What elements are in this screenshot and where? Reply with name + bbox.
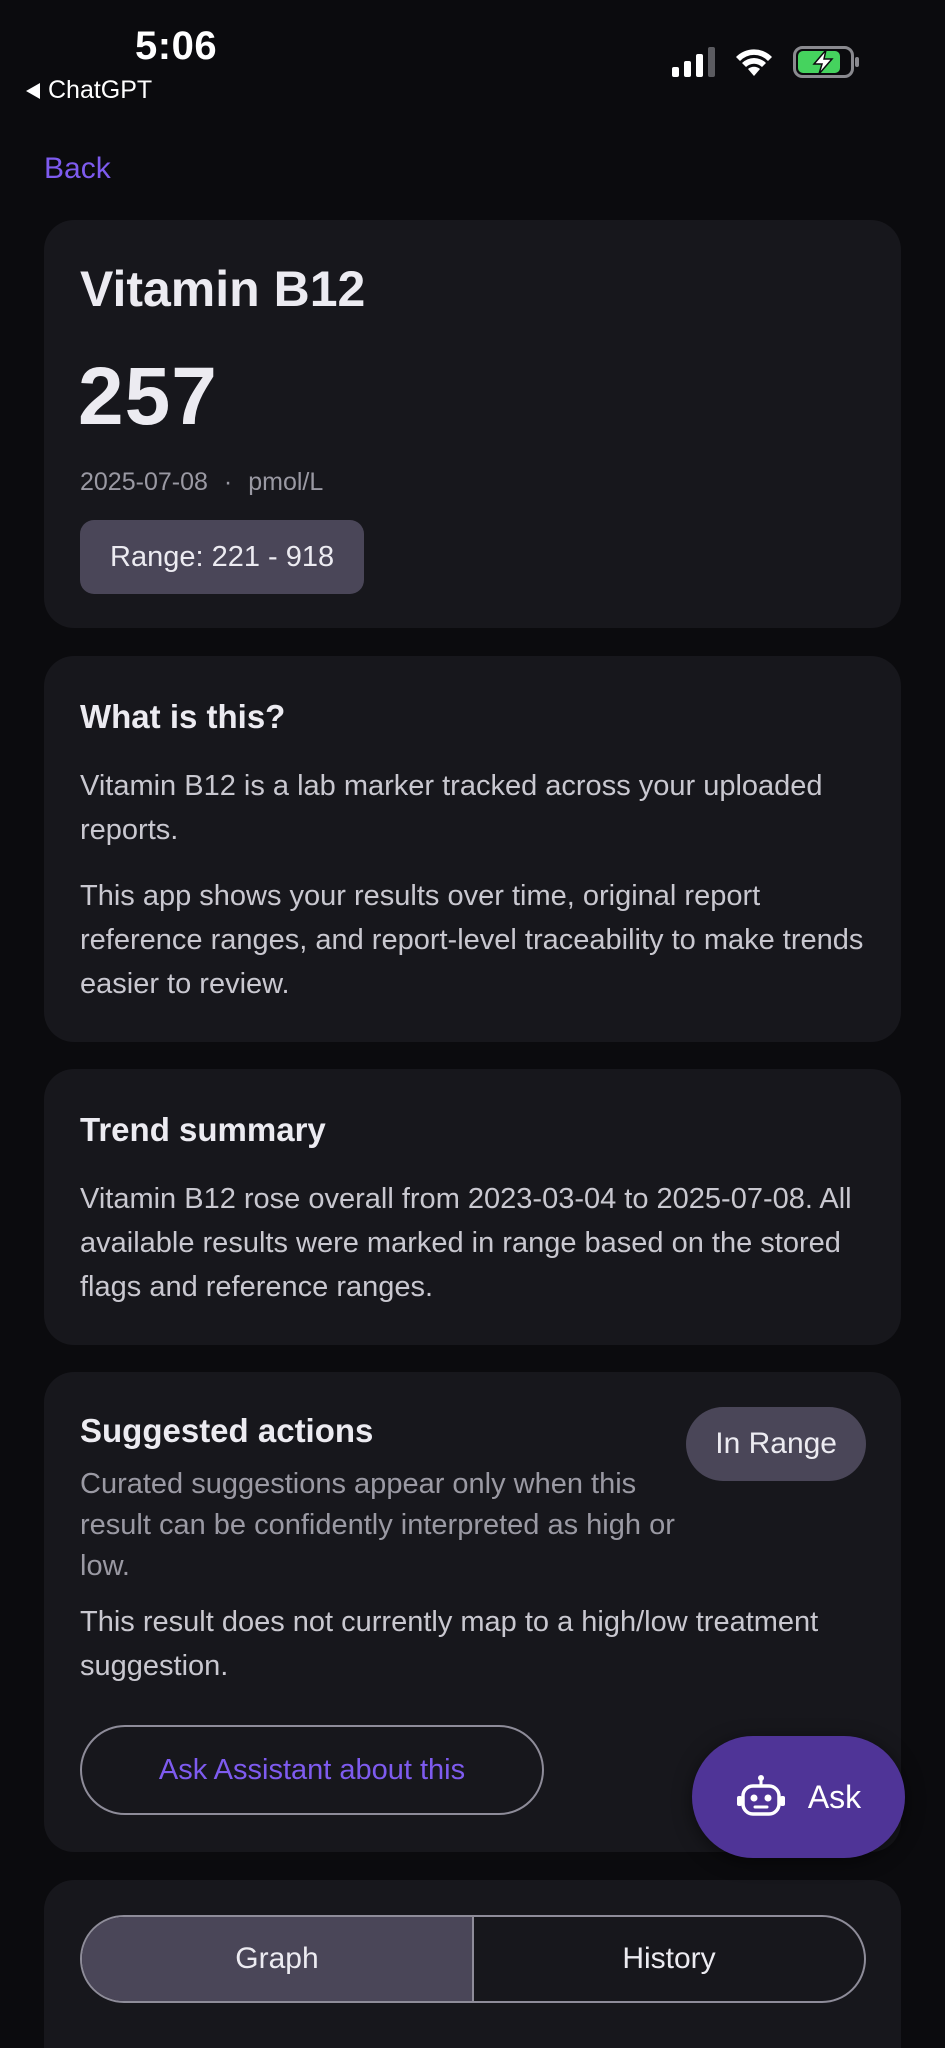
about-paragraph-2: This app shows your results over time, o… <box>80 880 864 1000</box>
status-badge: In Range <box>686 1407 866 1481</box>
marker-card: Vitamin B12 257 2025-07-08 · pmol/L Rang… <box>44 220 901 628</box>
actions-title: Suggested actions <box>80 1412 374 1449</box>
actions-text: This result does not currently map to a … <box>80 1606 819 1682</box>
robot-icon <box>736 1775 785 1816</box>
status-time: 5:06 <box>135 24 218 68</box>
marker-meta: 2025-07-08 · pmol/L <box>80 468 323 497</box>
tab-history[interactable]: History <box>474 1917 864 2001</box>
back-to-app-button[interactable]: ChatGPT <box>26 76 152 105</box>
trend-summary-card: Trend summary Vitamin B12 rose overall f… <box>44 1069 901 1345</box>
result-unit: pmol/L <box>248 468 324 496</box>
cellular-signal-icon <box>672 47 715 77</box>
actions-subtitle: Curated suggestions appear only when thi… <box>80 1468 675 1582</box>
battery-charging-icon <box>793 46 859 78</box>
view-segmented-control: Graph History <box>80 1915 866 2003</box>
about-card: What is this? Vitamin B12 is a lab marke… <box>44 656 901 1042</box>
about-paragraph-1: Vitamin B12 is a lab marker tracked acro… <box>80 770 823 846</box>
marker-value: 257 <box>78 351 218 442</box>
result-date: 2025-07-08 <box>80 468 208 496</box>
back-link[interactable]: Back <box>44 152 111 186</box>
chart-card: Graph History <box>44 1880 901 2048</box>
reference-range-pill: Range: 221 - 918 <box>80 520 365 594</box>
status-icons <box>672 46 861 78</box>
about-title: What is this? <box>80 698 286 735</box>
ask-assistant-button[interactable]: Ask Assistant about this <box>80 1725 544 1815</box>
tab-graph[interactable]: Graph <box>82 1917 474 2001</box>
screen: 5:06 ChatGPT Back Vitamin B12 257 2025-0 <box>0 0 945 2048</box>
back-app-label: ChatGPT <box>48 76 153 104</box>
meta-separator: · <box>223 468 233 496</box>
trend-title: Trend summary <box>80 1111 326 1148</box>
ask-fab-label: Ask <box>807 1778 862 1815</box>
marker-name: Vitamin B12 <box>80 261 366 317</box>
ask-fab-button[interactable]: Ask <box>692 1736 905 1858</box>
back-triangle-icon <box>26 82 40 99</box>
wifi-icon <box>736 49 772 76</box>
trend-text: Vitamin B12 rose overall from 2023-03-04… <box>80 1183 852 1303</box>
